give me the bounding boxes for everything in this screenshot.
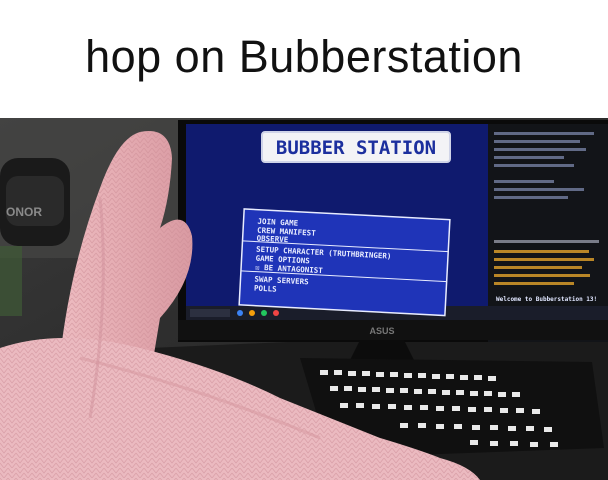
photo: Welcome to Bubberstation 13! BUBBER STAT…: [0, 118, 608, 480]
menu-observe[interactable]: OBSERVE: [256, 234, 289, 245]
caption-text: hop on Bubberstation: [85, 31, 523, 82]
caption-bar: hop on Bubberstation: [0, 0, 608, 118]
headset-brand: ONOR: [6, 205, 42, 219]
chat-banner: Welcome to Bubberstation 13!: [496, 296, 597, 303]
menu-polls[interactable]: POLLS: [254, 284, 278, 294]
logo-text: BUBBER STATION: [276, 137, 436, 159]
photo-scene: Welcome to Bubberstation 13! BUBBER STAT…: [0, 118, 608, 480]
monitor: Welcome to Bubberstation 13! BUBBER STAT…: [178, 120, 608, 364]
monitor-brand: ASUS: [369, 326, 394, 336]
